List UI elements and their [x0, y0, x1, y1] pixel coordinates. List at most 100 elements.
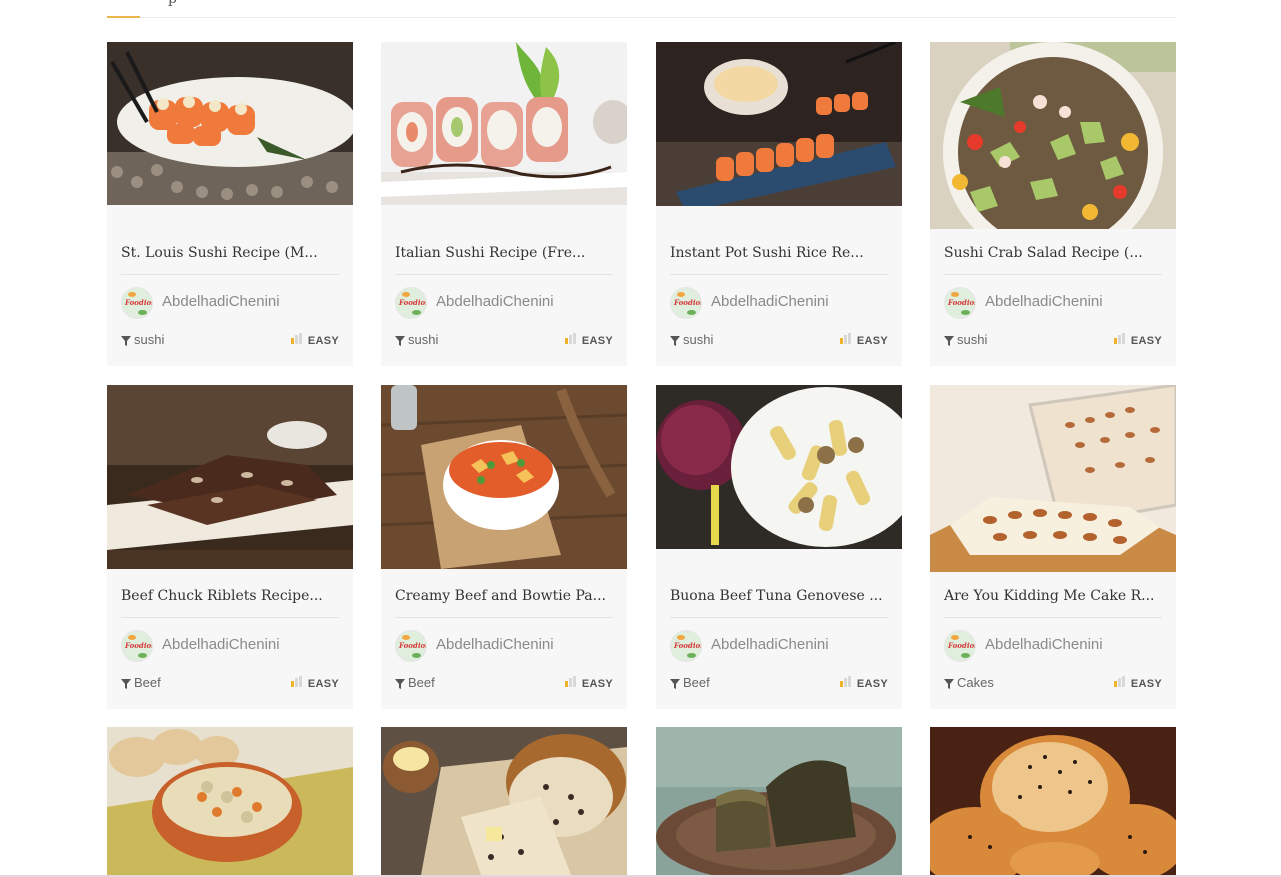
- recipe-title[interactable]: Creamy Beef and Bowtie Pa...: [395, 588, 613, 604]
- recipe-image[interactable]: [107, 727, 353, 875]
- filter-icon: [670, 678, 680, 689]
- author-name[interactable]: AbdelhadiChenini: [436, 293, 554, 310]
- recipe-image[interactable]: [656, 727, 902, 875]
- recipe-image[interactable]: [107, 385, 353, 569]
- author-name[interactable]: AbdelhadiChenini: [162, 636, 280, 653]
- difficulty-label: EASY: [581, 678, 613, 690]
- difficulty-indicator: EASY: [839, 676, 888, 690]
- recipe-title[interactable]: Instant Pot Sushi Rice Re...: [670, 245, 888, 261]
- category-label: Beef: [134, 675, 161, 690]
- recipe-image[interactable]: [930, 42, 1176, 229]
- category-tag[interactable]: Beef: [121, 675, 161, 690]
- card-divider: [121, 274, 339, 275]
- difficulty-bars-icon: [1113, 333, 1125, 344]
- category-label: Beef: [683, 675, 710, 690]
- card-divider: [944, 617, 1162, 618]
- section-accent-bar: [107, 16, 140, 18]
- difficulty-bars-icon: [839, 676, 851, 687]
- recipe-title[interactable]: Buona Beef Tuna Genovese ...: [670, 588, 888, 604]
- difficulty-label: EASY: [856, 335, 888, 347]
- difficulty-label: EASY: [1130, 335, 1162, 347]
- author-avatar[interactable]: Foodiosity: [670, 630, 702, 662]
- recipe-card[interactable]: [930, 727, 1176, 875]
- recipe-title[interactable]: Italian Sushi Recipe (Fre...: [395, 245, 613, 261]
- recipe-card[interactable]: Beef Chuck Riblets Recipe... Foodiosity …: [107, 385, 353, 709]
- recipe-card[interactable]: Instant Pot Sushi Rice Re... Foodiosity …: [656, 42, 902, 366]
- category-tag[interactable]: Beef: [670, 675, 710, 690]
- difficulty-label: EASY: [307, 335, 339, 347]
- author-avatar[interactable]: Foodiosity: [395, 287, 427, 319]
- author-name[interactable]: AbdelhadiChenini: [985, 293, 1103, 310]
- filter-icon: [944, 335, 954, 346]
- category-label: Beef: [408, 675, 435, 690]
- filter-icon: [121, 335, 131, 346]
- recipe-image[interactable]: [381, 42, 627, 205]
- author-avatar[interactable]: Foodiosity: [121, 630, 153, 662]
- recipe-image[interactable]: [930, 385, 1176, 572]
- recipe-card[interactable]: Creamy Beef and Bowtie Pa... Foodiosity …: [381, 385, 627, 709]
- difficulty-bars-icon: [290, 333, 302, 344]
- recipe-card[interactable]: [656, 727, 902, 875]
- section-heading-fragment: p: [168, 0, 177, 7]
- recipe-image[interactable]: [381, 385, 627, 569]
- recipe-image[interactable]: [656, 42, 902, 206]
- difficulty-bars-icon: [839, 333, 851, 344]
- category-tag[interactable]: sushi: [944, 332, 987, 347]
- card-divider: [944, 274, 1162, 275]
- card-divider: [395, 274, 613, 275]
- filter-icon: [395, 335, 405, 346]
- author-avatar[interactable]: Foodiosity: [670, 287, 702, 319]
- recipe-card[interactable]: [381, 727, 627, 875]
- recipe-card[interactable]: [107, 727, 353, 875]
- category-tag[interactable]: sushi: [121, 332, 164, 347]
- difficulty-indicator: EASY: [1113, 333, 1162, 347]
- author-avatar[interactable]: Foodiosity: [944, 630, 976, 662]
- difficulty-indicator: EASY: [839, 333, 888, 347]
- recipe-title[interactable]: Sushi Crab Salad Recipe (...: [944, 245, 1162, 261]
- recipe-image[interactable]: [656, 385, 902, 549]
- author-avatar[interactable]: Foodiosity: [121, 287, 153, 319]
- author-name[interactable]: AbdelhadiChenini: [711, 293, 829, 310]
- recipe-image[interactable]: [107, 42, 353, 205]
- author-name[interactable]: AbdelhadiChenini: [985, 636, 1103, 653]
- difficulty-indicator: EASY: [290, 333, 339, 347]
- recipe-card[interactable]: Are You Kidding Me Cake R... Foodiosity …: [930, 385, 1176, 709]
- author-name[interactable]: AbdelhadiChenini: [711, 636, 829, 653]
- recipe-image[interactable]: [930, 727, 1176, 875]
- recipe-title[interactable]: Beef Chuck Riblets Recipe...: [121, 588, 339, 604]
- author-name[interactable]: AbdelhadiChenini: [162, 293, 280, 310]
- difficulty-label: EASY: [856, 678, 888, 690]
- author-avatar[interactable]: Foodiosity: [395, 630, 427, 662]
- category-tag[interactable]: Beef: [395, 675, 435, 690]
- category-tag[interactable]: Cakes: [944, 675, 994, 690]
- category-label: sushi: [957, 332, 988, 347]
- author-avatar[interactable]: Foodiosity: [944, 287, 976, 319]
- recipe-card[interactable]: St. Louis Sushi Recipe (M... Foodiosity …: [107, 42, 353, 366]
- recipe-image[interactable]: [381, 727, 627, 875]
- filter-icon: [670, 335, 680, 346]
- difficulty-indicator: EASY: [1113, 676, 1162, 690]
- author-name[interactable]: AbdelhadiChenini: [436, 636, 554, 653]
- difficulty-bars-icon: [1113, 676, 1125, 687]
- section-divider: [107, 17, 1176, 18]
- card-divider: [121, 617, 339, 618]
- difficulty-bars-icon: [290, 676, 302, 687]
- category-tag[interactable]: sushi: [395, 332, 438, 347]
- recipe-card[interactable]: Italian Sushi Recipe (Fre... Foodiosity …: [381, 42, 627, 366]
- recipe-title[interactable]: Are You Kidding Me Cake R...: [944, 588, 1162, 604]
- difficulty-indicator: EASY: [290, 676, 339, 690]
- difficulty-indicator: EASY: [564, 676, 613, 690]
- recipe-card[interactable]: Buona Beef Tuna Genovese ... Foodiosity …: [656, 385, 902, 709]
- filter-icon: [121, 678, 131, 689]
- card-divider: [670, 617, 888, 618]
- difficulty-label: EASY: [307, 678, 339, 690]
- category-tag[interactable]: sushi: [670, 332, 713, 347]
- category-label: sushi: [134, 332, 165, 347]
- recipe-title[interactable]: St. Louis Sushi Recipe (M...: [121, 245, 339, 261]
- card-divider: [670, 274, 888, 275]
- filter-icon: [944, 678, 954, 689]
- difficulty-bars-icon: [564, 333, 576, 344]
- recipe-card[interactable]: Sushi Crab Salad Recipe (... Foodiosity …: [930, 42, 1176, 366]
- category-label: Cakes: [957, 675, 994, 690]
- difficulty-label: EASY: [1130, 678, 1162, 690]
